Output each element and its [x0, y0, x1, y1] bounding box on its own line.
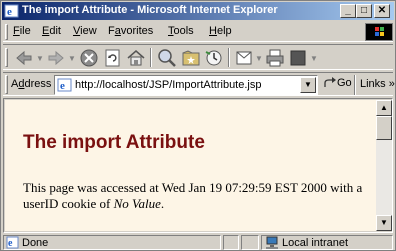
refresh-icon[interactable] [102, 47, 124, 69]
back-icon[interactable] [13, 47, 35, 69]
svg-text:e: e [60, 80, 65, 92]
home-icon[interactable] [125, 47, 147, 69]
menu-bar: File Edit View Favorites Tools Help [3, 22, 393, 42]
scroll-up-icon[interactable]: ▲ [376, 100, 392, 116]
window-title: The import Attribute - Microsoft Interne… [22, 4, 278, 16]
page-icon: e [57, 77, 73, 93]
toolbar-separator [150, 48, 152, 67]
standard-toolbar: ▼ ▼ ▼ ▼ [3, 44, 393, 70]
menu-tools[interactable]: Tools [168, 25, 194, 37]
local-intranet-icon [265, 236, 279, 249]
status-text: Done [22, 237, 49, 249]
windows-logo-icon [365, 23, 393, 41]
mail-icon[interactable] [234, 47, 256, 69]
links-separator [354, 75, 356, 95]
status-pane-main: e Done [3, 235, 221, 250]
content-viewport: The import Attribute This page was acces… [3, 98, 393, 233]
title-bar[interactable]: e The import Attribute - Microsoft Inter… [2, 2, 394, 20]
stop-icon[interactable] [78, 47, 100, 69]
links-button[interactable]: Links » [360, 78, 395, 90]
mail-dropdown-icon[interactable]: ▼ [255, 54, 263, 63]
menu-file[interactable]: File [13, 25, 31, 37]
svg-text:e: e [8, 238, 13, 249]
address-input[interactable] [75, 78, 295, 92]
favorites-icon[interactable] [180, 47, 202, 69]
page-content: The import Attribute This page was acces… [5, 100, 376, 231]
menu-view[interactable]: View [73, 25, 97, 37]
zone-text: Local intranet [282, 237, 349, 249]
toolbar-separator [228, 48, 230, 67]
history-icon[interactable] [203, 47, 225, 69]
status-pane-zone: Local intranet [261, 235, 393, 250]
page-done-icon: e [6, 236, 20, 249]
scroll-down-icon[interactable]: ▼ [376, 215, 392, 231]
menu-edit[interactable]: Edit [42, 25, 61, 37]
print-icon[interactable] [264, 47, 286, 69]
ie-logo-icon: e [4, 3, 20, 19]
edit-dropdown-icon[interactable]: ▼ [310, 54, 318, 63]
maximize-button[interactable]: □ [356, 4, 372, 18]
go-label: Go [337, 77, 352, 89]
minimize-button[interactable]: _ [340, 4, 356, 18]
vertical-scrollbar[interactable]: ▲ ▼ [376, 100, 392, 231]
page-heading: The import Attribute [23, 132, 205, 153]
address-dropdown-icon[interactable]: ▼ [300, 77, 316, 93]
scroll-thumb[interactable] [376, 116, 392, 140]
svg-text:e: e [7, 6, 12, 18]
forward-dropdown-icon[interactable]: ▼ [68, 54, 76, 63]
status-pane-blank [241, 235, 259, 250]
close-button[interactable]: ✕ [374, 4, 390, 18]
page-paragraph: This page was accessed at Wed Jan 19 07:… [23, 180, 363, 211]
address-bar: Address e ▼ Go Links » [3, 72, 395, 96]
status-bar: e Done Local intranet [3, 235, 393, 250]
search-icon[interactable] [156, 47, 178, 69]
menu-favorites[interactable]: Favorites [108, 25, 153, 37]
forward-icon[interactable] [45, 47, 67, 69]
status-pane-blank [223, 235, 239, 250]
toolbar-grip[interactable] [5, 48, 8, 67]
address-label: Address [11, 78, 52, 90]
go-arrow-icon [324, 77, 336, 88]
browser-window: e The import Attribute - Microsoft Inter… [0, 0, 396, 251]
menu-bar-grip[interactable] [5, 24, 8, 40]
edit-icon[interactable] [288, 47, 310, 69]
menu-help[interactable]: Help [209, 25, 232, 37]
address-field[interactable]: e ▼ [54, 75, 318, 95]
address-bar-grip[interactable] [5, 75, 8, 94]
go-button[interactable]: Go [323, 77, 352, 89]
back-dropdown-icon[interactable]: ▼ [36, 54, 44, 63]
cookie-value: No Value [113, 196, 161, 211]
